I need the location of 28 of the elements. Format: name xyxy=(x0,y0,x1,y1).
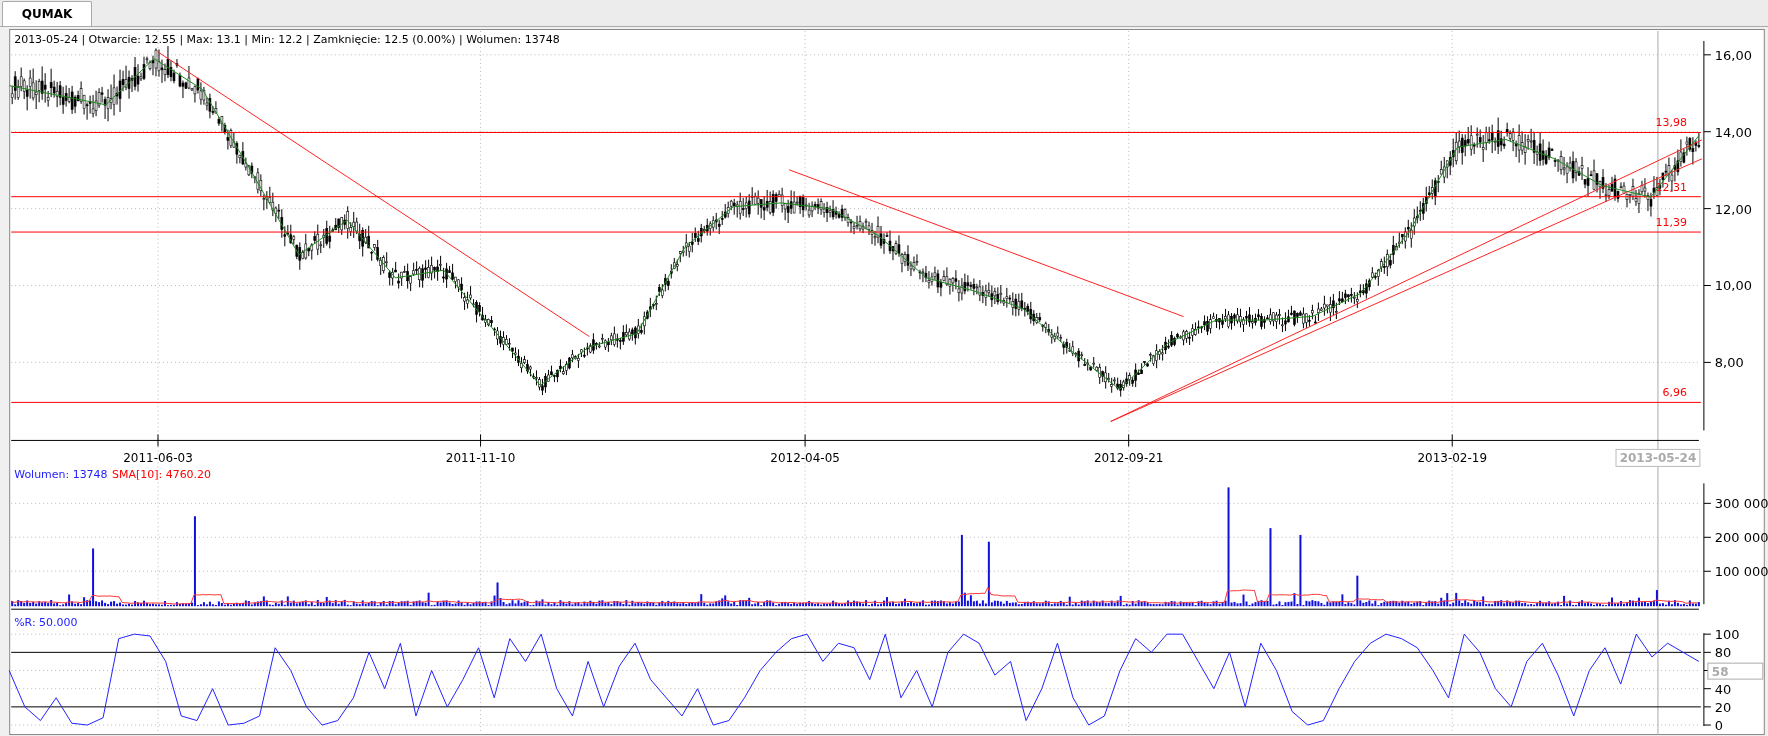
price-tick-label: 14,00 xyxy=(1714,124,1752,140)
price-tick-label: 16,00 xyxy=(1714,47,1752,63)
volume-tick-label: 300 000 xyxy=(1714,496,1768,512)
price-info: 2013-05-24 | Otwarcie: 12.55 | Max: 13.1 | Min: 12.2 | Zamknięcie: 12.5 (0.00%) | Wolumen: 13748 xyxy=(14,32,560,46)
williams-r-tick-label: 0 xyxy=(1714,718,1724,733)
volume-tick-label: 200 000 xyxy=(1714,530,1768,546)
price-tick-label: 12,00 xyxy=(1714,201,1752,217)
price-tick-label: 10,00 xyxy=(1714,278,1752,294)
williams-r-legend: %R: 50.000 xyxy=(14,616,78,630)
level-label: 11,39 xyxy=(1655,216,1687,230)
cursor-date-label: 2013-05-24 xyxy=(1615,448,1701,467)
volume-legend: Wolumen: 13748 xyxy=(14,468,108,482)
williams-r-tick-label: 80 xyxy=(1714,645,1732,661)
williams-r-tick-label: 40 xyxy=(1714,681,1732,697)
date-label: 2012-09-21 xyxy=(1093,451,1164,466)
williams-r-tick-label: 20 xyxy=(1714,699,1732,715)
date-label: 2013-02-19 xyxy=(1417,451,1487,466)
sma-legend: SMA[10]: 4760.20 xyxy=(112,468,212,482)
current-value-label: 58 xyxy=(1707,662,1764,680)
date-label: 2012-04-05 xyxy=(770,451,840,466)
volume-tick-label: 100 000 xyxy=(1714,564,1768,580)
williams-r-tick-label: 100 xyxy=(1714,627,1740,643)
level-label: 13,98 xyxy=(1655,116,1687,130)
chart-tab[interactable]: QUMAK xyxy=(2,0,92,26)
date-label: 2011-06-03 xyxy=(123,451,193,466)
price-tick-label: 8,00 xyxy=(1714,355,1744,371)
level-label: 6,96 xyxy=(1662,386,1687,400)
date-label: 2011-11-10 xyxy=(445,451,516,466)
